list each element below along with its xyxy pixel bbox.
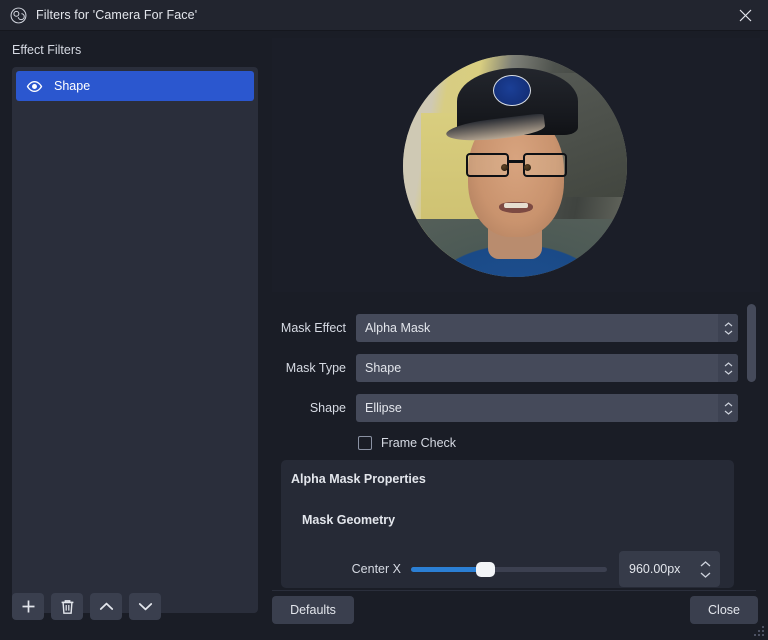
slider-fill xyxy=(411,567,478,572)
chevron-down-icon xyxy=(724,330,733,335)
shape-label: Shape xyxy=(272,401,356,415)
chevron-up-icon xyxy=(724,362,733,367)
frame-check-row: Frame Check xyxy=(272,432,738,454)
list-item[interactable]: Shape xyxy=(16,71,254,101)
frame-check-label: Frame Check xyxy=(381,436,456,450)
remove-filter-button[interactable] xyxy=(51,593,83,620)
eye-icon[interactable] xyxy=(26,78,43,95)
effect-filters-panel: Effect Filters Shape xyxy=(0,31,270,640)
video-preview[interactable] xyxy=(272,38,760,292)
shape-row: Shape Ellipse xyxy=(272,394,738,422)
glasses-bridge xyxy=(509,160,523,163)
shape-value: Ellipse xyxy=(356,401,402,415)
center-x-stepper[interactable] xyxy=(700,551,711,587)
chevron-down-icon xyxy=(724,410,733,415)
chevron-down-icon xyxy=(724,370,733,375)
chevron-up-icon xyxy=(724,402,733,407)
center-x-spinbox[interactable]: 960.00px xyxy=(619,551,720,587)
mask-effect-value: Alpha Mask xyxy=(356,321,430,335)
shape-spinner[interactable] xyxy=(718,394,738,422)
masked-camera-image xyxy=(403,55,627,277)
filter-list[interactable]: Shape xyxy=(12,67,258,613)
chevron-down-icon[interactable] xyxy=(700,572,711,578)
close-window-button[interactable] xyxy=(722,0,768,31)
mask-effect-select[interactable]: Alpha Mask xyxy=(356,314,738,342)
mask-type-select[interactable]: Shape xyxy=(356,354,738,382)
center-x-row: Center X 960.00px xyxy=(281,552,734,586)
obs-logo-icon xyxy=(10,7,27,24)
slider-handle[interactable] xyxy=(476,562,495,577)
plus-icon xyxy=(21,599,36,614)
scrollbar-thumb[interactable] xyxy=(747,304,756,382)
resize-grip[interactable] xyxy=(754,626,765,637)
group-title: Alpha Mask Properties xyxy=(291,472,426,486)
mask-effect-spinner[interactable] xyxy=(718,314,738,342)
add-filter-button[interactable] xyxy=(12,593,44,620)
mask-type-row: Mask Type Shape xyxy=(272,354,738,382)
mask-effect-label: Mask Effect xyxy=(272,321,356,335)
filter-name: Shape xyxy=(54,79,90,93)
mask-type-label: Mask Type xyxy=(272,361,356,375)
chevron-up-icon[interactable] xyxy=(700,561,711,567)
close-icon xyxy=(739,9,752,22)
footer-divider xyxy=(272,590,756,591)
trash-icon xyxy=(60,599,75,615)
mask-type-spinner[interactable] xyxy=(718,354,738,382)
chevron-up-icon xyxy=(724,322,733,327)
alpha-mask-properties-group: Alpha Mask Properties Mask Geometry Cent… xyxy=(281,460,734,588)
center-x-label: Center X xyxy=(281,562,411,576)
move-filter-down-button[interactable] xyxy=(129,593,161,620)
title-bar: Filters for 'Camera For Face' xyxy=(0,0,768,31)
shape-select[interactable]: Ellipse xyxy=(356,394,738,422)
mask-type-value: Shape xyxy=(356,361,401,375)
chevron-up-icon xyxy=(99,601,114,612)
move-filter-up-button[interactable] xyxy=(90,593,122,620)
window-title: Filters for 'Camera For Face' xyxy=(36,8,197,22)
effect-filters-heading: Effect Filters xyxy=(12,43,81,57)
chevron-down-icon xyxy=(138,601,153,612)
close-button[interactable]: Close xyxy=(690,596,758,624)
filter-list-toolbar xyxy=(12,593,161,620)
person-teeth xyxy=(504,203,529,208)
mask-geometry-section-title: Mask Geometry xyxy=(302,513,395,527)
properties-form: Mask Effect Alpha Mask Mask Type Shape S… xyxy=(272,300,760,588)
center-x-slider[interactable] xyxy=(411,561,607,577)
mask-effect-row: Mask Effect Alpha Mask xyxy=(272,314,738,342)
defaults-button[interactable]: Defaults xyxy=(272,596,354,624)
center-x-value: 960.00px xyxy=(619,562,680,576)
properties-scrollbar[interactable] xyxy=(746,300,758,588)
cap-logo xyxy=(493,75,531,106)
person-glasses xyxy=(466,153,567,177)
frame-check-checkbox[interactable] xyxy=(358,436,372,450)
